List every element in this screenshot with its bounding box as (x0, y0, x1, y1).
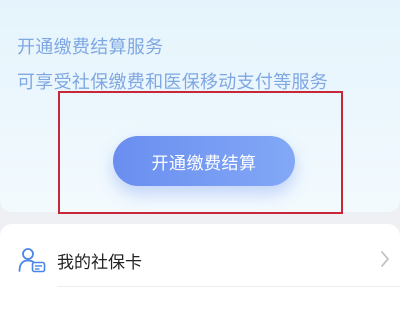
list-card: 我的社保卡 (0, 224, 400, 314)
highlight-box (58, 91, 343, 214)
row-divider (57, 286, 400, 287)
promo-title: 开通缴费结算服务 (17, 37, 164, 58)
list-item-label: 我的社保卡 (57, 253, 142, 273)
list-item-my-social-security-card[interactable]: 我的社保卡 (0, 236, 400, 282)
person-card-icon (18, 247, 46, 273)
chevron-right-icon (379, 249, 391, 269)
